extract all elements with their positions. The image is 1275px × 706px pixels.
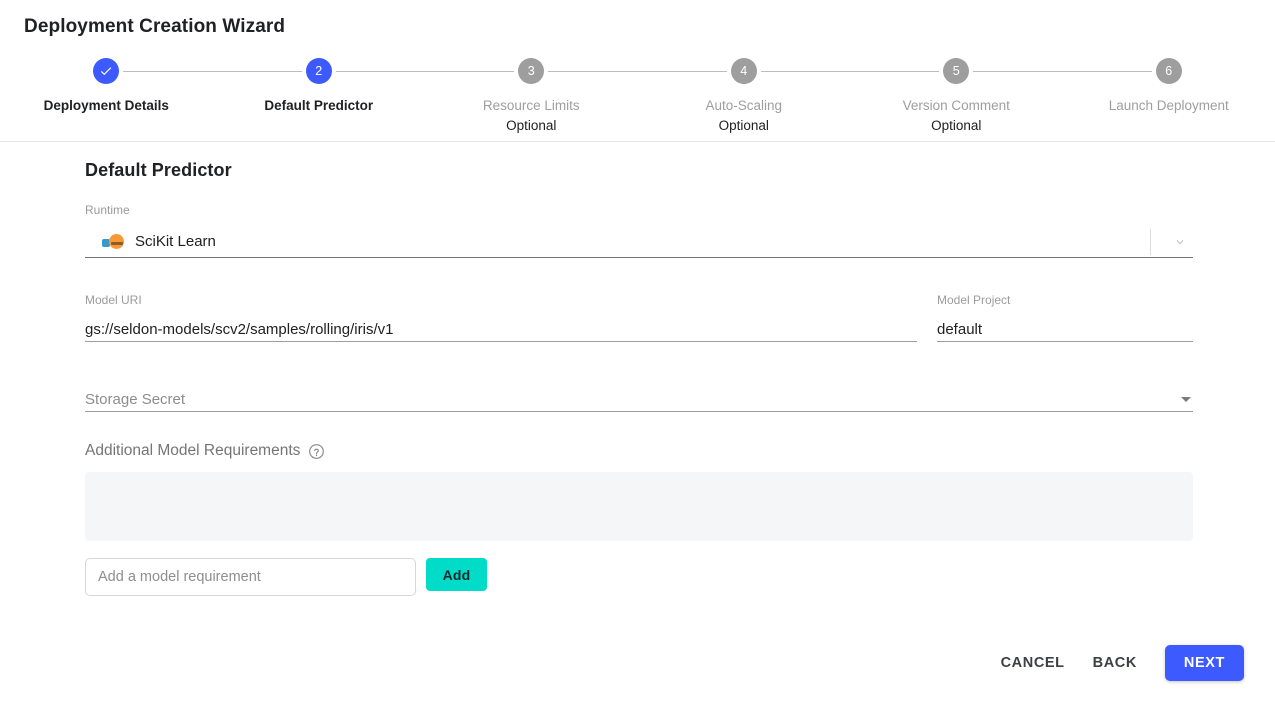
stepper-step-launch-deployment[interactable]: 6 Launch Deployment <box>1062 58 1275 116</box>
model-project-input[interactable]: default <box>937 316 1193 342</box>
section-title: Default Predictor <box>85 160 232 180</box>
stepper-connector-left <box>1062 71 1152 72</box>
runtime-field-group: Runtime SciKit Learn <box>85 203 1193 258</box>
storage-secret-placeholder: Storage Secret <box>85 391 186 408</box>
stepper-step-label: Launch Deployment <box>1108 98 1229 113</box>
model-location-row: Model URI gs://seldon-models/scv2/sample… <box>85 293 1193 342</box>
page-title: Deployment Creation Wizard <box>24 16 286 37</box>
model-uri-label: Model URI <box>85 293 142 307</box>
add-requirement-row: Add <box>85 558 1193 596</box>
step-indicator-5: 5 <box>943 58 970 84</box>
step-indicator-4: 4 <box>730 58 757 84</box>
stepper-step-auto-scaling[interactable]: 4 Auto-Scaling Optional <box>637 58 850 136</box>
additional-requirements-label: Additional Model Requirements <box>85 442 301 459</box>
scikit-learn-logo-icon <box>102 233 124 250</box>
default-predictor-form: Default Predictor Runtime SciKit Learn M… <box>85 160 1193 596</box>
add-requirement-button[interactable]: Add <box>426 558 487 591</box>
chevron-down-icon[interactable] <box>1169 231 1191 253</box>
stepper-connector-right <box>548 71 638 72</box>
header-divider <box>0 141 1275 142</box>
check-icon <box>101 67 112 76</box>
back-button[interactable]: BACK <box>1079 646 1151 680</box>
help-circle-icon[interactable] <box>308 443 325 460</box>
model-uri-input[interactable]: gs://seldon-models/scv2/samples/rolling/… <box>85 316 917 342</box>
stepper-connector-right <box>123 71 213 72</box>
stepper-connector-left <box>212 71 302 72</box>
stepper-connector-right <box>973 71 1063 72</box>
stepper-step-label: Auto-Scaling <box>705 98 783 113</box>
stepper-step-label: Resource Limits <box>482 98 580 113</box>
stepper-connector-right <box>335 71 425 72</box>
stepper-step-label: Default Predictor <box>264 98 374 113</box>
storage-secret-select[interactable]: Storage Secret <box>85 384 1193 412</box>
stepper-step-optional: Optional <box>931 118 982 133</box>
triangle-down-icon <box>1181 397 1191 402</box>
stepper-connector-left <box>425 71 515 72</box>
runtime-select[interactable]: SciKit Learn <box>85 226 1193 258</box>
stepper-step-optional: Optional <box>718 118 769 133</box>
stepper-connector-left <box>637 71 727 72</box>
runtime-label: Runtime <box>85 203 130 217</box>
next-button[interactable]: NEXT <box>1164 645 1244 681</box>
model-project-label: Model Project <box>937 293 1011 307</box>
wizard-actions: CANCEL BACK NEXT <box>987 645 1244 681</box>
model-requirement-input[interactable] <box>85 558 416 596</box>
model-project-value: default <box>937 321 983 338</box>
step-indicator-3: 3 <box>518 58 545 84</box>
runtime-selected-value: SciKit Learn <box>135 233 216 250</box>
stepper-step-version-comment[interactable]: 5 Version Comment Optional <box>850 58 1063 136</box>
cancel-button[interactable]: CANCEL <box>987 646 1079 680</box>
step-indicator-2: 2 <box>305 58 332 84</box>
step-indicator-1 <box>93 58 120 84</box>
stepper-step-deployment-details[interactable]: Deployment Details <box>0 58 213 116</box>
stepper-connector-left <box>850 71 940 72</box>
wizard-stepper: Deployment Details 2 Default Predictor 3… <box>0 58 1275 142</box>
model-uri-field-group: Model URI gs://seldon-models/scv2/sample… <box>85 293 917 342</box>
runtime-divider <box>1150 228 1151 255</box>
model-project-field-group: Model Project default <box>937 293 1193 342</box>
model-requirements-list <box>85 472 1193 541</box>
stepper-step-default-predictor[interactable]: 2 Default Predictor <box>212 58 425 116</box>
stepper-step-resource-limits[interactable]: 3 Resource Limits Optional <box>425 58 638 136</box>
additional-requirements-header: Additional Model Requirements <box>85 442 1193 460</box>
step-indicator-6: 6 <box>1155 58 1182 84</box>
stepper-connector-right <box>760 71 850 72</box>
stepper-step-label: Version Comment <box>902 98 1010 113</box>
model-uri-value: gs://seldon-models/scv2/samples/rolling/… <box>85 321 394 338</box>
stepper-step-label: Deployment Details <box>43 98 169 113</box>
stepper-step-optional: Optional <box>506 118 557 133</box>
